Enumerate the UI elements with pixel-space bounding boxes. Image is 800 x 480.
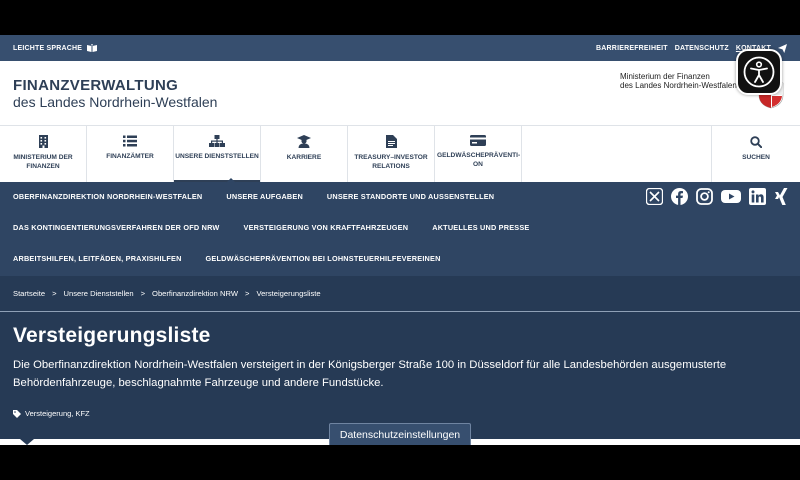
x-twitter-icon[interactable] bbox=[646, 188, 663, 205]
sub-nav-aktuelles[interactable]: AKTUELLES UND PRESSE bbox=[432, 223, 529, 232]
nav-finanzaemter-label: FINANZÄMTER bbox=[106, 153, 154, 160]
nav-karriere[interactable]: KARRIERE bbox=[261, 126, 348, 182]
accessibility-widget-button[interactable] bbox=[736, 49, 782, 95]
breadcrumb-separator: > bbox=[245, 289, 250, 298]
breadcrumb-home[interactable]: Startseite bbox=[13, 289, 45, 298]
paper-plane-icon[interactable] bbox=[778, 43, 787, 53]
main-navigation: MINISTERIUM DER FINANZEN FINANZÄMTER UNS… bbox=[0, 125, 800, 183]
nav-ministerium-label: MINISTERIUM DER FINANZEN bbox=[13, 154, 73, 170]
nav-treasury-label: TREASURY–INVESTOR RELATIONS bbox=[354, 154, 428, 170]
page-intro: Die Oberfinanzdirektion Nordrhein-Westfa… bbox=[13, 359, 727, 389]
breadcrumb-ofd[interactable]: Oberfinanzdirektion NRW bbox=[152, 289, 238, 298]
sub-nav-arbeitshilfen[interactable]: ARBEITSHILFEN, LEITFÄDEN, PRAXISHILFEN bbox=[13, 254, 182, 263]
sub-nav-row-3: ARBEITSHILFEN, LEITFÄDEN, PRAXISHILFEN G… bbox=[0, 254, 441, 263]
brand-line1: FINANZVERWALTUNG bbox=[13, 77, 179, 94]
breadcrumb: Startseite > Unsere Dienststellen > Ober… bbox=[0, 276, 800, 312]
page-hero: Versteigerungsliste Die Oberfinanzdirekt… bbox=[0, 312, 800, 440]
search-icon bbox=[750, 136, 762, 148]
sub-navigation: OBERFINANZDIREKTION NORDRHEIN-WESTFALEN … bbox=[0, 178, 800, 276]
sub-nav-geldwaesche[interactable]: GELDWÄSCHEPRÄVENTION BEI LOHNSTEUERHILFE… bbox=[206, 254, 441, 263]
easy-language-link[interactable]: LEICHTE SPRACHE bbox=[13, 44, 98, 52]
sub-nav-ofd[interactable]: OBERFINANZDIREKTION NORDRHEIN-WESTFALEN bbox=[13, 192, 202, 201]
youtube-icon[interactable] bbox=[721, 188, 741, 205]
facebook-icon[interactable] bbox=[671, 188, 688, 205]
utility-bar: LEICHTE SPRACHE BARRIEREFREIHEIT DATENSC… bbox=[0, 35, 800, 61]
page-title: Versteigerungsliste bbox=[13, 324, 211, 347]
nav-dienststellen[interactable]: UNSERE DIENSTSTELLEN bbox=[174, 126, 261, 182]
accessibility-person-icon bbox=[743, 56, 775, 88]
sub-nav-row-2: DAS KONTINGENTIERUNGSVERFAHREN DER OFD N… bbox=[0, 223, 529, 232]
breadcrumb-separator: > bbox=[52, 289, 57, 298]
brand-line2: des Landes Nordrhein-Westfalen bbox=[13, 94, 218, 110]
site-logo[interactable]: FINANZVERWALTUNG des Landes Nordrhein-We… bbox=[13, 77, 217, 110]
ministry-line2: des Landes Nordrhein-Westfalen bbox=[620, 81, 737, 90]
accessibility-link[interactable]: BARRIEREFREIHEIT bbox=[596, 45, 668, 52]
org-chart-icon bbox=[209, 135, 225, 147]
sub-nav-kontingentierung[interactable]: DAS KONTINGENTIERUNGSVERFAHREN DER OFD N… bbox=[13, 223, 220, 232]
nav-treasury[interactable]: TREASURY–INVESTOR RELATIONS bbox=[348, 126, 435, 182]
web-page: LEICHTE SPRACHE BARRIEREFREIHEIT DATENSC… bbox=[0, 35, 800, 445]
list-icon bbox=[123, 135, 137, 147]
easy-language-icon bbox=[87, 44, 98, 52]
sub-nav-versteigerung[interactable]: VERSTEIGERUNG VON KRAFTFAHRZEUGEN bbox=[244, 223, 409, 232]
search-label: SUCHEN bbox=[742, 154, 770, 161]
privacy-settings-button[interactable]: Datenschutzeinstellungen bbox=[329, 423, 471, 445]
document-icon bbox=[385, 135, 397, 148]
nav-geldwaesche-label: GELDWÄSCHEPRÄVENTI- ON bbox=[437, 152, 521, 168]
privacy-link[interactable]: DATENSCHUTZ bbox=[675, 45, 729, 52]
breadcrumb-dienststellen[interactable]: Unsere Dienststellen bbox=[64, 289, 134, 298]
hero-notch bbox=[20, 439, 34, 445]
easy-language-label: LEICHTE SPRACHE bbox=[13, 44, 83, 52]
nav-finanzaemter[interactable]: FINANZÄMTER bbox=[87, 126, 174, 182]
screen-frame: LEICHTE SPRACHE BARRIEREFREIHEIT DATENSC… bbox=[0, 0, 800, 480]
nav-karriere-label: KARRIERE bbox=[286, 154, 322, 161]
nav-dienststellen-label: UNSERE DIENSTSTELLEN bbox=[175, 153, 259, 160]
tags-text[interactable]: Versteigerung, KFZ bbox=[25, 409, 90, 418]
nav-ministerium[interactable]: MINISTERIUM DER FINANZEN bbox=[0, 126, 87, 182]
xing-icon[interactable] bbox=[774, 188, 788, 205]
social-links bbox=[646, 188, 788, 205]
tag-icon bbox=[13, 409, 21, 418]
ministry-line1: Ministerium der Finanzen bbox=[620, 72, 710, 81]
breadcrumb-separator: > bbox=[140, 289, 146, 298]
search-button[interactable]: SUCHEN bbox=[711, 126, 800, 183]
building-icon bbox=[38, 135, 48, 148]
credit-card-icon bbox=[470, 135, 486, 146]
tag-list: Versteigerung, KFZ bbox=[13, 409, 90, 418]
breadcrumb-current: Versteigerungsliste bbox=[256, 289, 321, 298]
ministry-logo[interactable]: Ministerium der Finanzen des Landes Nord… bbox=[620, 72, 737, 90]
nav-geldwaesche[interactable]: GELDWÄSCHEPRÄVENTI- ON bbox=[435, 126, 522, 182]
sub-nav-standorte[interactable]: UNSERE STANDORTE UND AUSSENSTELLEN bbox=[327, 192, 494, 201]
instagram-icon[interactable] bbox=[696, 188, 713, 205]
sub-nav-aufgaben[interactable]: UNSERE AUFGABEN bbox=[226, 192, 303, 201]
graduate-icon bbox=[297, 135, 311, 148]
linkedin-icon[interactable] bbox=[749, 188, 766, 205]
sub-nav-row-1: OBERFINANZDIREKTION NORDRHEIN-WESTFALEN … bbox=[0, 192, 494, 201]
site-header: FINANZVERWALTUNG des Landes Nordrhein-We… bbox=[0, 49, 800, 125]
active-caret bbox=[226, 178, 236, 183]
